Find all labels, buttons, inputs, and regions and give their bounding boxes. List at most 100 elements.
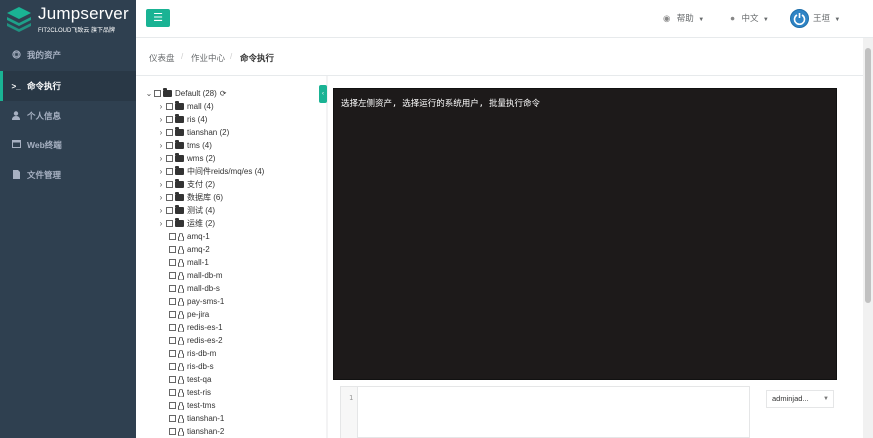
sidebar-item-profile[interactable]: 个人信息 — [0, 101, 136, 131]
sidebar-item-label: 个人信息 — [27, 111, 62, 121]
tree-asset-item[interactable]: test-ris — [169, 386, 211, 399]
tree-asset-item[interactable]: test-tms — [169, 399, 215, 412]
sidebar-item-web-terminal[interactable]: Web终端 — [0, 130, 136, 160]
file-icon — [10, 169, 22, 181]
page-scrollbar[interactable] — [863, 38, 873, 438]
tree-asset-item[interactable]: mall-1 — [169, 256, 209, 269]
tree-asset-item[interactable]: tianshan-2 — [169, 425, 224, 438]
tree-group-item[interactable]: › wms (2) — [156, 152, 215, 165]
checkbox[interactable] — [166, 103, 173, 110]
checkbox[interactable] — [169, 389, 176, 396]
tree-asset-item[interactable]: ris-db-s — [169, 360, 214, 373]
checkbox[interactable] — [154, 90, 161, 97]
caret-down-icon: ▼ — [823, 396, 829, 402]
avatar[interactable] — [790, 9, 809, 28]
tree-asset-item[interactable]: amq-1 — [169, 230, 210, 243]
tree-group-item[interactable]: › tms (4) — [156, 139, 212, 152]
chevron-right-icon: › — [159, 219, 163, 228]
tree-group-label: mall (4) — [187, 102, 214, 111]
tree-asset-item[interactable]: redis-es-2 — [169, 334, 223, 347]
brand-subtitle: FIT2CLOUD飞致云 旗下品牌 — [38, 28, 116, 34]
tree-asset-item[interactable]: ris-db-m — [169, 347, 216, 360]
tree-group-item[interactable]: › 中间件reids/mq/es (4) — [156, 165, 264, 178]
breadcrumb: 仪表盘 / 作业中心 / 命令执行 — [136, 38, 863, 76]
jumpserver-logo-icon — [7, 7, 31, 32]
logo[interactable]: Jumpserver FIT2CLOUD飞致云 旗下品牌 — [0, 0, 136, 40]
tree-asset-item[interactable]: mall-db-m — [169, 269, 223, 282]
tree-group-label: ris (4) — [187, 115, 208, 124]
checkbox[interactable] — [169, 285, 176, 292]
checkbox[interactable] — [166, 207, 173, 214]
checkbox[interactable] — [169, 324, 176, 331]
checkbox[interactable] — [169, 363, 176, 370]
tree-group-item[interactable]: › 数据库 (6) — [156, 191, 223, 204]
checkbox[interactable] — [166, 142, 173, 149]
tree-group-label: tianshan (2) — [187, 128, 230, 137]
sidebar-item-file-manager[interactable]: 文件管理 — [0, 160, 136, 190]
tree-group-item[interactable]: › 支付 (2) — [156, 178, 215, 191]
menu-toggle-button[interactable]: ☰ — [146, 9, 170, 27]
sidebar-item-my-assets[interactable]: 我的资产 — [0, 40, 136, 70]
checkbox[interactable] — [169, 272, 176, 279]
help-menu[interactable]: ◉ 帮助 ▼ — [663, 12, 704, 24]
breadcrumb-current: 命令执行 — [240, 53, 275, 63]
chevron-right-icon: › — [159, 154, 163, 163]
checkbox[interactable] — [166, 129, 173, 136]
checkbox[interactable] — [169, 415, 176, 422]
checkbox[interactable] — [169, 337, 176, 344]
sidebar-item-label: 我的资产 — [27, 50, 62, 60]
command-panel: 选择左侧资产, 选择运行的系统用户, 批量执行命令 1 adminjad... … — [328, 76, 863, 438]
tree-group-item[interactable]: › 运维 (2) — [156, 217, 215, 230]
sidebar-item-command-exec[interactable]: >_ 命令执行 — [0, 71, 136, 101]
tree-asset-item[interactable]: pe-jira — [169, 308, 209, 321]
tree-root[interactable]: ⌄ Default (28) ⟳ — [144, 87, 227, 100]
linux-icon — [178, 375, 184, 384]
checkbox[interactable] — [166, 116, 173, 123]
folder-icon — [175, 140, 184, 149]
collapse-tree-button[interactable]: ‹ — [319, 85, 327, 103]
tree-asset-item[interactable]: test-qa — [169, 373, 211, 386]
checkbox[interactable] — [166, 181, 173, 188]
checkbox[interactable] — [169, 402, 176, 409]
terminal-output[interactable]: 选择左侧资产, 选择运行的系统用户, 批量执行命令 — [333, 88, 837, 380]
checkbox[interactable] — [169, 259, 176, 266]
system-user-select[interactable]: adminjad... ▼ — [766, 390, 834, 408]
checkbox[interactable] — [169, 246, 176, 253]
refresh-icon[interactable]: ⟳ — [220, 89, 227, 98]
tree-asset-item[interactable]: redis-es-1 — [169, 321, 223, 334]
checkbox[interactable] — [169, 350, 176, 357]
tree-asset-item[interactable]: amq-2 — [169, 243, 210, 256]
tree-asset-item[interactable]: mall-db-s — [169, 282, 220, 295]
terminal-message: 选择左侧资产, 选择运行的系统用户, 批量执行命令 — [341, 99, 540, 109]
checkbox[interactable] — [169, 428, 176, 435]
tree-asset-item[interactable]: pay-sms-1 — [169, 295, 224, 308]
linux-icon — [178, 349, 184, 358]
checkbox[interactable] — [166, 155, 173, 162]
user-menu[interactable]: 王垣 ▼ — [813, 12, 840, 24]
tree-group-item[interactable]: › ris (4) — [156, 113, 207, 126]
breadcrumb-dashboard[interactable]: 仪表盘 — [149, 52, 175, 64]
tree-group-item[interactable]: › tianshan (2) — [156, 126, 229, 139]
tree-asset-label: pe-jira — [187, 310, 210, 319]
checkbox[interactable] — [169, 311, 176, 318]
tree-group-item[interactable]: › 测试 (4) — [156, 204, 215, 217]
breadcrumb-job-center[interactable]: 作业中心 — [191, 52, 225, 64]
scrollbar-thumb[interactable] — [865, 48, 871, 303]
checkbox[interactable] — [166, 194, 173, 201]
tree-asset-item[interactable]: tianshan-1 — [169, 412, 224, 425]
linux-icon — [178, 427, 184, 436]
tree-group-label: 测试 (4) — [187, 206, 215, 215]
checkbox[interactable] — [166, 168, 173, 175]
chevron-right-icon: › — [159, 206, 163, 215]
language-menu[interactable]: ● 中文 ▼ — [730, 12, 769, 24]
checkbox[interactable] — [166, 220, 173, 227]
breadcrumb-separator: / — [230, 52, 233, 61]
folder-icon — [163, 88, 172, 97]
checkbox[interactable] — [169, 233, 176, 240]
command-editor[interactable]: 1 — [340, 386, 750, 438]
tree-group-item[interactable]: › mall (4) — [156, 100, 214, 113]
checkbox[interactable] — [169, 298, 176, 305]
folder-icon — [175, 114, 184, 123]
hamburger-icon: ☰ — [153, 12, 163, 24]
checkbox[interactable] — [169, 376, 176, 383]
